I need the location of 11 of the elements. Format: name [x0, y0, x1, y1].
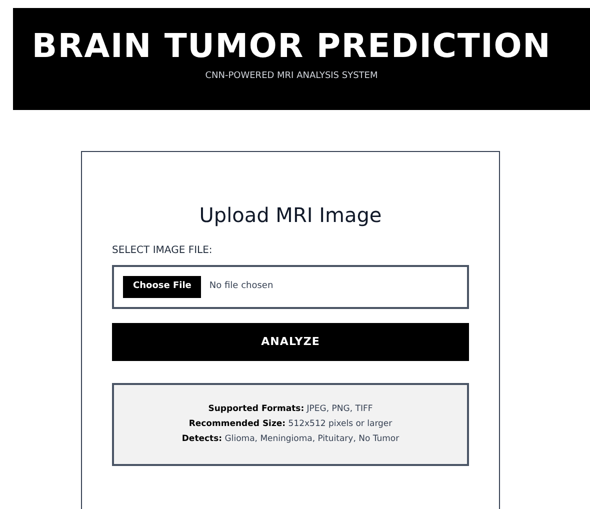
page-title: BRAIN TUMOR PREDICTION: [32, 26, 552, 66]
info-text: Recommended Size: 512x512 pixels or larger: [188, 418, 392, 431]
field-label: SELECT IMAGE FILE:: [112, 244, 214, 258]
analyze-button[interactable]: ANALYZE: [112, 323, 469, 361]
file-input[interactable]: Choose File No file chosen: [112, 265, 469, 309]
page-subtitle: CNN-POWERED MRI ANALYSIS SYSTEM: [205, 70, 378, 83]
file-status: No file chosen: [209, 280, 274, 294]
info-text: Supported Formats: JPEG, PNG, TIFF: [208, 403, 373, 416]
card-title: Upload MRI Image: [198, 202, 383, 229]
choose-file-button[interactable]: Choose File: [123, 276, 202, 298]
info-text: Detects: Glioma, Meningioma, Pituitary, No Tumor: [182, 432, 400, 446]
